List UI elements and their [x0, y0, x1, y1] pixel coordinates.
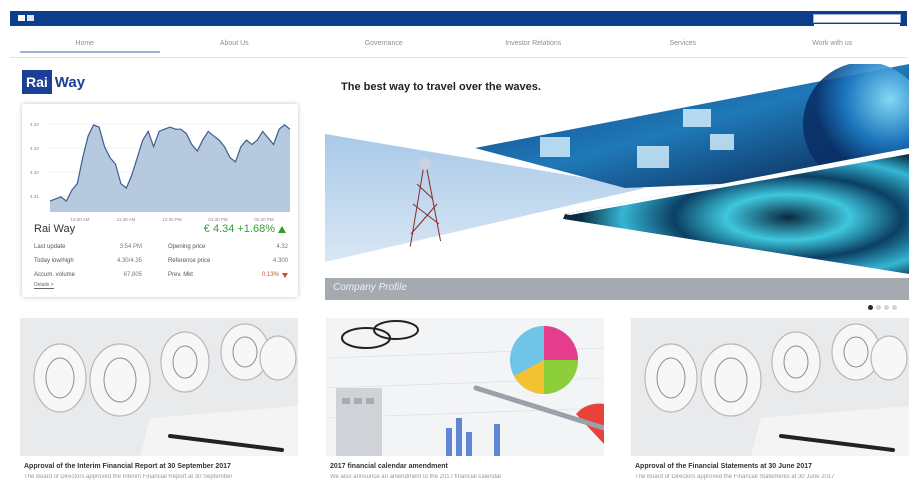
- news-card[interactable]: Approval of the Interim Financial Report…: [20, 318, 298, 481]
- stock-label: Prev. Mkt: [168, 272, 193, 278]
- search-input[interactable]: [814, 23, 900, 31]
- news-title[interactable]: Approval of the Financial Statements at …: [635, 463, 812, 470]
- news-description: The Board of Directors approved the Inte…: [24, 474, 233, 480]
- logo-way-text: Way: [54, 73, 86, 91]
- news-card[interactable]: 2017 financial calendar amendment We als…: [326, 318, 604, 481]
- stock-label: Reference price: [168, 258, 211, 264]
- news-card[interactable]: Approval of the Financial Statements at …: [631, 318, 909, 481]
- stock-value: 4.30/4.35: [116, 258, 142, 264]
- financial-charts-image: [326, 318, 604, 456]
- carousel-dot[interactable]: [892, 305, 897, 310]
- y-tick-label: 4.32: [30, 170, 39, 175]
- y-tick-label: 4.33: [30, 146, 39, 151]
- stock-chart: 4.34 4.33 4.32 4.31 10:30 AM 11:30 AM 12:30 PM…: [30, 122, 291, 222]
- stock-value: 4.32: [276, 244, 288, 250]
- carousel-dot[interactable]: [884, 305, 889, 310]
- newspapers-image: [631, 318, 909, 456]
- hero-caption: Company Profile: [333, 282, 407, 293]
- x-tick-label: 12:30 PM: [162, 217, 182, 222]
- stock-label: Today low/high: [34, 258, 74, 264]
- x-tick-label: 01:30 PM: [208, 217, 228, 222]
- main-nav: Home About Us Governance Investor Relati…: [10, 34, 907, 58]
- stock-name: Rai Way: [34, 223, 76, 235]
- x-tick-label: 11:30 AM: [117, 217, 136, 222]
- price-area: [50, 124, 290, 212]
- stock-row: Accum. volume 67,805 Prev. Mkt 0.13%: [34, 268, 288, 282]
- stock-price-block: € 4.34 +1.68%: [204, 223, 286, 235]
- stock-change: +1.68%: [237, 223, 275, 235]
- top-bar: [10, 11, 907, 31]
- carousel-dot[interactable]: [868, 305, 873, 310]
- stock-details-link[interactable]: Details >: [34, 282, 54, 289]
- newspapers-image: [20, 318, 298, 456]
- stock-value: 0.13%: [228, 268, 288, 282]
- hero-image: [325, 64, 909, 278]
- search-box: [813, 14, 901, 31]
- nav-item-investor-relations[interactable]: Investor Relations: [459, 34, 609, 57]
- hero-tagline: The best way to travel over the waves.: [341, 81, 541, 93]
- nav-item-about-us[interactable]: About Us: [160, 34, 310, 57]
- stock-row: Last update 3:54 PM Opening price 4.32: [34, 240, 288, 254]
- stock-label: Opening price: [168, 244, 206, 250]
- stock-value: 3:54 PM: [119, 244, 142, 250]
- stock-table: Last update 3:54 PM Opening price 4.32 T…: [34, 240, 288, 282]
- news-description: We also announce an amendment to the 201…: [330, 474, 502, 480]
- nav-item-work-with-us[interactable]: Work with us: [758, 34, 908, 57]
- nav-item-home[interactable]: Home: [10, 34, 160, 57]
- language-it[interactable]: [18, 15, 25, 21]
- stock-value: 67,805: [123, 272, 142, 278]
- logo-rai-text: Rai: [22, 70, 52, 94]
- stock-price: € 4.34: [203, 223, 235, 235]
- stock-widget: 4.34 4.33 4.32 4.31 10:30 AM 11:30 AM 12:30 PM…: [22, 104, 298, 297]
- arrow-up-icon: [278, 225, 286, 233]
- language-en[interactable]: [27, 15, 34, 21]
- stock-label: Last update: [34, 244, 66, 250]
- hero-caption-bar[interactable]: Company Profile: [325, 278, 909, 300]
- news-title[interactable]: 2017 financial calendar amendment: [330, 463, 448, 470]
- y-tick-label: 4.31: [30, 194, 39, 199]
- news-title[interactable]: Approval of the Interim Financial Report…: [24, 463, 231, 470]
- nav-item-governance[interactable]: Governance: [309, 34, 459, 57]
- stock-label: Accum. volume: [34, 272, 76, 278]
- nav-item-services[interactable]: Services: [608, 34, 758, 57]
- y-tick-label: 4.34: [30, 122, 39, 127]
- news-description: The Board of Directors approved the Fina…: [635, 474, 835, 480]
- stock-row: Today low/high 4.30/4.35 Reference price…: [34, 254, 288, 268]
- hero-banner[interactable]: The best way to travel over the waves. C…: [325, 64, 909, 300]
- x-tick-label: 02:30 PM: [254, 217, 274, 222]
- carousel-dots: [868, 305, 897, 310]
- rai-way-logo[interactable]: Rai Way: [22, 70, 85, 94]
- x-tick-label: 10:30 AM: [70, 217, 89, 222]
- carousel-dot[interactable]: [876, 305, 881, 310]
- stock-value: 4.300: [272, 258, 288, 264]
- arrow-down-icon: [282, 272, 288, 278]
- language-switcher: [18, 15, 34, 21]
